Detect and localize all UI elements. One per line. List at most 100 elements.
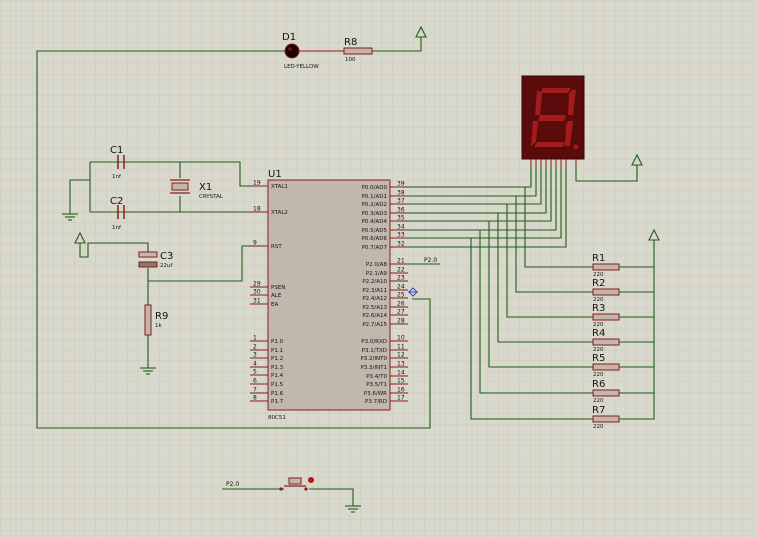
- u1-pin-23-number: 23: [397, 275, 405, 282]
- r7-value: 220: [593, 424, 604, 430]
- u1-pin-37-number: 37: [397, 198, 405, 205]
- u1-pin-24-label: P2.3/A11: [362, 288, 387, 294]
- r6-ref: R6: [592, 379, 605, 390]
- button-terminal-right: [304, 487, 308, 491]
- segment-g: [538, 115, 566, 121]
- u1-pin-27-number: 27: [397, 309, 405, 316]
- r4-body: [592, 338, 620, 346]
- button-cap: [288, 477, 302, 485]
- u1-pin-24-number: 24: [397, 284, 405, 291]
- u1-pin-18-label: XTAL2: [271, 210, 288, 216]
- u1-pin-4-number: 4: [253, 361, 257, 368]
- r3-body: [592, 313, 620, 321]
- c3-ref: C3: [160, 251, 173, 262]
- r9-ref: R9: [155, 311, 168, 322]
- u1-pin-2-number: 2: [253, 344, 257, 351]
- u1-pin-31-label: EA: [271, 302, 278, 308]
- u1-pin-32-label: P0.7/AD7: [362, 245, 388, 251]
- u1-pin-7-number: 7: [253, 387, 257, 394]
- u1-pin-10-label: P3.0/RXD: [361, 339, 387, 345]
- u1-pin-1-number: 1: [253, 335, 257, 342]
- r9-value: 1k: [155, 323, 162, 329]
- u1-pin-9-number: 9: [253, 240, 257, 247]
- x1-ref: X1: [199, 182, 212, 193]
- u1-pin-25-number: 25: [397, 292, 405, 299]
- u1-pin-21-number: 21: [397, 258, 405, 265]
- r6-body: [592, 389, 620, 397]
- u1-pin-29-label: PSEN: [271, 285, 285, 291]
- u1-pin-5-label: P1.4: [271, 373, 284, 379]
- r2-ref: R2: [592, 278, 605, 289]
- u1-pin-13-number: 13: [397, 361, 405, 368]
- u1-pin-38-number: 38: [397, 190, 405, 197]
- u1-pin-2-label: P1.1: [271, 348, 283, 354]
- c1-value: 1nf: [112, 174, 122, 180]
- u1-pin-39-number: 39: [397, 181, 405, 188]
- button-terminal-left: [279, 487, 283, 491]
- u1-pin-34-number: 34: [397, 224, 405, 231]
- u1-pin-30-number: 30: [253, 289, 261, 296]
- u1-pin-36-label: P0.3/AD3: [362, 211, 388, 217]
- u1-pin-32-number: 32: [397, 241, 405, 248]
- u1-pin-7-label: P1.6: [271, 391, 284, 397]
- u1-pin-39-label: P0.0/AD0: [362, 185, 388, 191]
- u1-pin-17-number: 17: [397, 395, 405, 402]
- u1-pin-34-label: P0.5/AD5: [362, 228, 388, 234]
- crystal-body: [171, 182, 189, 191]
- u1-pin-12-number: 12: [397, 352, 405, 359]
- led-d1-value: LED-YELLOW: [284, 64, 319, 70]
- r3-ref: R3: [592, 303, 605, 314]
- u1-pin-8-label: P1.7: [271, 399, 284, 405]
- r7-body: [592, 415, 620, 423]
- u1-pin-3-label: P1.2: [271, 356, 283, 362]
- u1-pin-13-label: P3.3/INT1: [360, 365, 387, 371]
- x1-value: CRYSTAL: [199, 194, 224, 200]
- r5-body: [592, 363, 620, 371]
- u1-pin-14-label: P3.4/T0: [366, 374, 387, 380]
- r8-ref: R8: [344, 37, 357, 48]
- u1-pin-26-label: P2.5/A13: [362, 305, 387, 311]
- r4-ref: R4: [592, 328, 605, 339]
- seven-segment-display[interactable]: [521, 75, 585, 167]
- c3-plate-top: [138, 251, 158, 258]
- u1-pin-10-number: 10: [397, 335, 405, 342]
- u1-pin-22-label: P2.1/A9: [366, 271, 388, 277]
- u1-pin-12-label: P3.2/INT0: [360, 356, 387, 362]
- u1-pin-5-number: 5: [253, 369, 257, 376]
- segment-d: [534, 142, 565, 147]
- mcu-u1[interactable]: U1 80C51 19XTAL118XTAL29RST29PSEN30ALE31…: [250, 169, 408, 421]
- u1-pin-16-label: P3.6/WR: [364, 391, 387, 397]
- u1-pin-6-label: P1.5: [271, 382, 284, 388]
- r5-value: 220: [593, 372, 604, 378]
- u1-pin-15-label: P3.5/T1: [366, 382, 387, 388]
- u1-pin-23-label: P2.2/A10: [362, 279, 387, 285]
- u1-pin-28-label: P2.7/A15: [362, 322, 387, 328]
- u1-pin-36-number: 36: [397, 207, 405, 214]
- c3-value: 22uf: [160, 263, 173, 269]
- u1-pin-15-number: 15: [397, 378, 405, 385]
- r6-value: 220: [593, 398, 604, 404]
- schematic-canvas[interactable]: D1 LED-YELLOW R8 100 C1 1nf C2 1nf X1 CR…: [0, 0, 758, 538]
- net-label-p20-bottom: P2.0: [226, 481, 239, 488]
- u1-pin-3-number: 3: [253, 352, 257, 359]
- r1-ref: R1: [592, 253, 605, 264]
- u1-pin-30-label: ALE: [271, 293, 282, 299]
- u1-pin-8-number: 8: [253, 395, 257, 402]
- segment-dp: [573, 144, 579, 150]
- r8-body: [343, 47, 373, 55]
- u1-pin-9-label: RST: [271, 244, 282, 250]
- u1-pin-16-number: 16: [397, 387, 405, 394]
- u1-ref: U1: [268, 169, 282, 180]
- u1-value: 80C51: [268, 415, 286, 421]
- u1-pin-1-label: P1.0: [271, 339, 284, 345]
- u1-pin-35-label: P0.4/AD4: [362, 219, 388, 225]
- u1-pin-22-number: 22: [397, 267, 405, 274]
- u1-pin-4-label: P1.3: [271, 365, 284, 371]
- u1-pin-21-label: P2.0/A8: [366, 262, 388, 268]
- u1-pin-26-number: 26: [397, 301, 405, 308]
- u1-pin-17-label: P3.7/RD: [365, 399, 387, 405]
- u1-pin-27-label: P2.6/A14: [362, 313, 387, 319]
- u1-pin-14-number: 14: [397, 370, 405, 377]
- button-state-indicator-icon: [308, 477, 314, 483]
- c2-value: 1nf: [112, 225, 122, 231]
